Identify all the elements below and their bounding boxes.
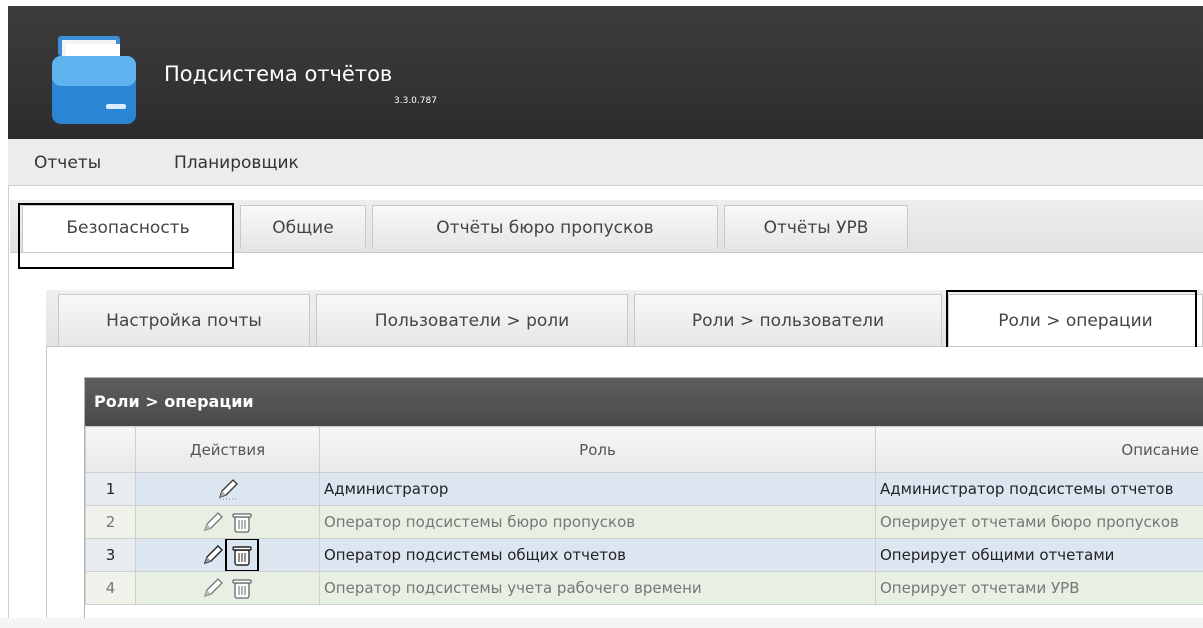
tab-security[interactable]: Безопасность [22, 205, 234, 252]
row-number: 1 [85, 472, 136, 506]
table-row[interactable]: 1 Администратор Администратор подсистемы… [85, 472, 1203, 506]
tab-pass-bureau-reports[interactable]: Отчёты бюро пропусков [372, 205, 718, 249]
top-menu: Отчеты Планировщик [8, 139, 1203, 186]
roles-table: Действия Роль Описание 1 Администратор А… [85, 426, 1203, 605]
row-number: 4 [85, 571, 136, 605]
role-cell: Оператор подсистемы общих отчетов [319, 538, 876, 572]
row-actions [135, 571, 320, 605]
edit-icon[interactable] [201, 543, 225, 567]
subtab-mail-settings[interactable]: Настройка почты [58, 294, 310, 346]
folder-icon [48, 32, 140, 132]
edit-icon[interactable] [216, 477, 240, 501]
menu-item-reports[interactable]: Отчеты [34, 153, 101, 173]
edit-icon[interactable] [201, 576, 225, 600]
edit-icon[interactable] [201, 510, 225, 534]
app-version: 3.3.0.787 [394, 96, 437, 106]
description-cell: Оперирует отчетами бюро пропусков [875, 505, 1203, 539]
menu-item-scheduler[interactable]: Планировщик [174, 153, 299, 173]
column-header-number [85, 426, 136, 473]
subtab-roles-users[interactable]: Роли > пользователи [634, 294, 942, 346]
category-tabs: Безопасность Общие Отчёты бюро пропусков… [10, 200, 1203, 253]
subtab-users-roles[interactable]: Пользователи > роли [316, 294, 628, 346]
column-header-role[interactable]: Роль [319, 426, 876, 473]
row-actions [135, 505, 320, 539]
tab-time-tracking-reports[interactable]: Отчёты УРВ [724, 205, 908, 249]
description-cell: Оперирует отчетами УРВ [875, 571, 1203, 605]
role-cell: Администратор [319, 472, 876, 506]
subtab-roles-operations[interactable]: Роли > операции [948, 294, 1203, 346]
role-cell: Оператор подсистемы учета рабочего време… [319, 571, 876, 605]
grid-title: Роли > операции [85, 378, 1203, 426]
delete-icon[interactable] [230, 576, 254, 600]
row-number: 2 [85, 505, 136, 539]
table-row[interactable]: 2 Оператор подсистемы бюро пропусков Опе… [85, 505, 1203, 539]
description-cell: Оперирует общими отчетами [875, 538, 1203, 572]
delete-icon[interactable] [224, 539, 259, 571]
table-header-row: Действия Роль Описание [85, 426, 1203, 473]
bottom-edge [0, 618, 1203, 628]
description-cell: Администратор подсистемы отчетов [875, 472, 1203, 506]
security-subtabs: Настройка почты Пользователи > роли Роли… [46, 290, 1203, 347]
row-number: 3 [85, 538, 136, 572]
row-actions [135, 538, 320, 572]
app-header: Подсистема отчётов 3.3.0.787 [8, 6, 1203, 139]
row-actions [135, 472, 320, 506]
table-row[interactable]: 4 Оператор подсистемы учета рабочего вре… [85, 571, 1203, 605]
column-header-actions[interactable]: Действия [135, 426, 320, 473]
tab-general[interactable]: Общие [240, 205, 366, 249]
delete-icon[interactable] [230, 510, 254, 534]
role-cell: Оператор подсистемы бюро пропусков [319, 505, 876, 539]
table-row[interactable]: 3 Оператор подсистемы общих отчетов Опер… [85, 538, 1203, 572]
roles-operations-grid: Роли > операции Действия Роль Описание 1 [84, 377, 1203, 628]
column-header-description[interactable]: Описание [875, 426, 1203, 473]
app-title: Подсистема отчётов [164, 62, 393, 86]
